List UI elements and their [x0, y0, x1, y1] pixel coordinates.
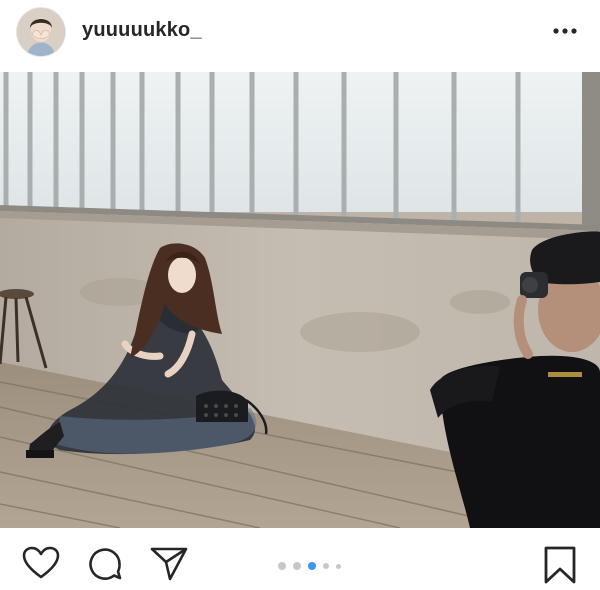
heart-icon[interactable] — [22, 546, 60, 585]
carousel-dot — [323, 563, 329, 569]
carousel-dot-active — [308, 562, 316, 570]
carousel-dot — [336, 563, 341, 569]
post-photo[interactable] — [0, 72, 600, 528]
carousel-dot — [293, 562, 301, 570]
carousel-indicator — [278, 561, 341, 571]
comment-bubble-icon[interactable] — [87, 546, 123, 587]
carousel-dot — [278, 562, 286, 570]
paper-plane-icon[interactable] — [150, 546, 188, 587]
post-actions-bar — [0, 528, 600, 590]
username[interactable]: yuuuuukko_ — [82, 19, 202, 42]
more-options-icon[interactable] — [550, 18, 580, 44]
profile-avatar[interactable] — [17, 8, 65, 56]
bookmark-icon[interactable] — [543, 545, 577, 590]
post-header: yuuuuukko_ — [0, 0, 600, 72]
